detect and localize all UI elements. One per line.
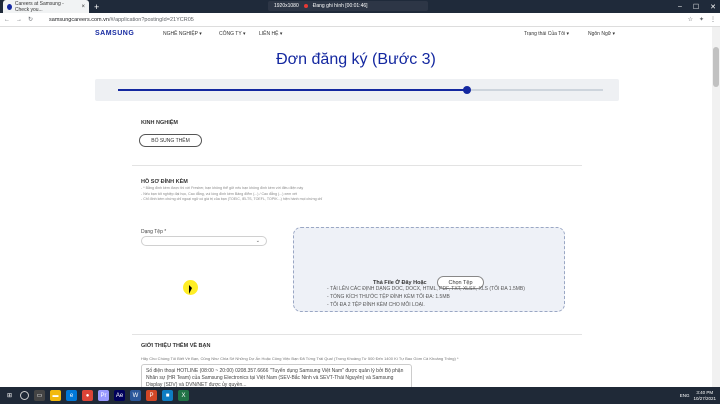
nav-language[interactable]: Ngôn Ngữ ▾ bbox=[588, 31, 615, 37]
url-field[interactable]: samsungcareers.com.vn/#/application?post… bbox=[49, 17, 194, 23]
after-effects-icon[interactable]: Ae bbox=[114, 390, 125, 401]
page-title: Đơn đăng ký (Bước 3) bbox=[276, 51, 436, 68]
url-host: samsungcareers.com.vn bbox=[49, 16, 109, 23]
rule-line: - TỐI ĐA 2 TỆP ĐÍNH KÈM CHO MỖI LOẠI. bbox=[327, 302, 425, 308]
powerpoint-icon[interactable]: P bbox=[146, 390, 157, 401]
recording-bar: 1920x1080 Đang ghi hình [00:01:46] bbox=[268, 1, 428, 11]
divider bbox=[132, 334, 582, 335]
reload-icon[interactable]: ↻ bbox=[28, 16, 33, 23]
star-icon[interactable]: ☆ bbox=[688, 16, 693, 23]
menu-icon[interactable]: ⋮ bbox=[710, 16, 716, 23]
intro-hint: Hãy Cho Chúng Tôi Biết Về Bạn, Cũng Như … bbox=[141, 356, 459, 361]
word-icon[interactable]: W bbox=[130, 390, 141, 401]
rule-line: - TỔNG KÍCH THƯỚC TỆP ĐÍNH KÈM TỐI ĐA: 1… bbox=[327, 294, 450, 300]
site-nav: SAMSUNG NGHỀ NGHIỆP ▾ CÔNG TY ▾ LIÊN HỆ … bbox=[0, 27, 712, 42]
samsung-logo[interactable]: SAMSUNG bbox=[95, 30, 134, 37]
clock-date: 10/27/2021 bbox=[693, 395, 716, 401]
nav-my-status[interactable]: Trạng thái Của Tôi ▾ bbox=[524, 31, 569, 37]
attachment-notes: - * Bằng đính kèm được thi với Fresher, … bbox=[141, 186, 322, 203]
recording-status: Đang ghi hình [00:01:46] bbox=[312, 3, 368, 9]
new-tab-button[interactable]: + bbox=[94, 2, 99, 12]
language-indicator[interactable]: ENG bbox=[680, 393, 690, 398]
extensions-icon[interactable]: ✦ bbox=[699, 16, 704, 23]
close-window-icon[interactable]: ✕ bbox=[710, 3, 716, 11]
experience-label: KINH NGHIỆM bbox=[141, 120, 178, 126]
chrome-icon[interactable]: ● bbox=[82, 390, 93, 401]
progress-knob bbox=[463, 86, 471, 94]
premiere-icon[interactable]: Pr bbox=[98, 390, 109, 401]
record-dot-icon bbox=[303, 4, 308, 8]
browser-tab[interactable]: Careers at Samsung - Check you... × bbox=[3, 0, 89, 13]
close-tab-icon[interactable]: × bbox=[81, 4, 85, 10]
file-type-select[interactable]: ⌄ bbox=[141, 236, 267, 246]
chevron-down-icon: ⌄ bbox=[255, 238, 260, 244]
url-path: /#/application?postingId=21YCR05 bbox=[108, 16, 194, 23]
search-icon[interactable] bbox=[20, 391, 29, 400]
intro-textarea[interactable]: Số điện thoại HOTLINE (08:00 ~ 20:00) 02… bbox=[141, 364, 412, 387]
window-controls: – ☐ ✕ bbox=[678, 0, 716, 13]
progress-fill bbox=[118, 89, 467, 91]
minimize-icon[interactable]: – bbox=[678, 3, 682, 10]
clock-time: 3:40 PM bbox=[696, 390, 714, 395]
page-scrollbar[interactable] bbox=[712, 27, 720, 387]
nav-item-contact[interactable]: LIÊN HỆ ▾ bbox=[259, 31, 282, 37]
cursor-pointer-icon bbox=[189, 285, 192, 294]
clock[interactable]: 3:40 PM 10/27/2021 bbox=[693, 390, 716, 401]
task-view-icon[interactable]: ▭ bbox=[34, 390, 45, 401]
rule-line: - TẢI LÊN CÁC ĐỊNH DẠNG DOC, DOCX, HTML,… bbox=[327, 286, 525, 292]
nav-item-company[interactable]: CÔNG TY ▾ bbox=[219, 31, 246, 37]
mouse-cursor-highlight bbox=[183, 280, 198, 295]
note-line: - Chỉ đính kèm chứng chỉ ngoại ngữ có gi… bbox=[141, 197, 323, 201]
upload-rules: - TẢI LÊN CÁC ĐỊNH DẠNG DOC, DOCX, HTML,… bbox=[327, 285, 525, 309]
maximize-icon[interactable]: ☐ bbox=[693, 3, 699, 11]
page-content: SAMSUNG NGHỀ NGHIỆP ▾ CÔNG TY ▾ LIÊN HỆ … bbox=[0, 27, 712, 387]
excel-icon[interactable]: X bbox=[178, 390, 189, 401]
scrollbar-thumb[interactable] bbox=[713, 47, 719, 87]
divider bbox=[132, 165, 582, 166]
step-progress bbox=[95, 79, 619, 101]
tab-title: Careers at Samsung - Check you... bbox=[14, 0, 64, 13]
resolution-label: 1920x1080 bbox=[274, 3, 299, 9]
nav-item-careers[interactable]: NGHỀ NGHIỆP ▾ bbox=[163, 31, 202, 37]
app-icon[interactable]: ■ bbox=[162, 390, 173, 401]
address-bar: ← → ↻ samsungcareers.com.vn/#/applicatio… bbox=[0, 13, 720, 27]
file-explorer-icon[interactable]: ▬ bbox=[50, 390, 61, 401]
system-tray: ENG 3:40 PM 10/27/2021 bbox=[680, 390, 716, 401]
note-line: - * Bằng đính kèm được thi với Fresher, … bbox=[141, 186, 304, 190]
windows-start-icon[interactable]: ⊞ bbox=[4, 390, 15, 401]
file-type-label: Dạng Tệp * bbox=[141, 229, 167, 235]
attachments-label: HỒ SƠ ĐÍNH KÈM bbox=[141, 179, 188, 185]
intro-label: GIỚI THIỆU THÊM VỀ BẠN bbox=[141, 343, 211, 349]
samsung-favicon-icon bbox=[7, 3, 12, 10]
forward-icon[interactable]: → bbox=[16, 17, 22, 23]
add-experience-button[interactable]: BỔ SUNG THÊM bbox=[139, 134, 202, 147]
edge-icon[interactable]: e bbox=[66, 390, 77, 401]
taskbar: ⊞ ▭ ▬ e ● Pr Ae W P ■ X ENG 3:40 PM 10/2… bbox=[0, 387, 720, 404]
back-icon[interactable]: ← bbox=[4, 17, 10, 23]
